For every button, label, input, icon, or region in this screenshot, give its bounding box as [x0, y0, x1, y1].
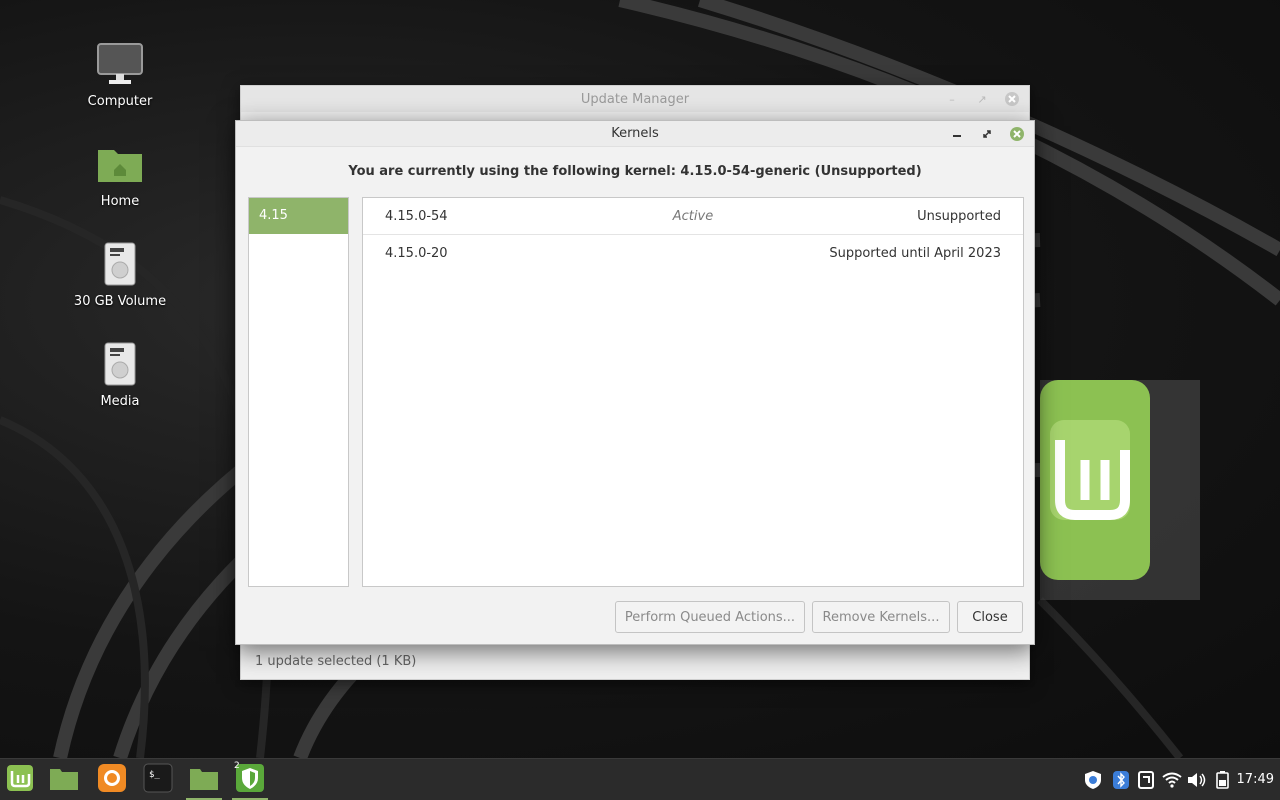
desktop-icon-volume[interactable]: 30 GB Volume: [70, 240, 170, 309]
kernel-series-item[interactable]: 4.15: [249, 198, 348, 234]
mint-logo: [1040, 380, 1150, 580]
battery-icon[interactable]: [1213, 770, 1233, 790]
files-button[interactable]: [184, 759, 224, 800]
maximize-icon[interactable]: [978, 125, 996, 143]
update-manager-button[interactable]: 2: [230, 759, 270, 800]
kernels-titlebar[interactable]: Kernels: [236, 121, 1034, 147]
firefox-icon: [97, 763, 127, 797]
clock[interactable]: 17:49: [1237, 772, 1274, 787]
volume-icon[interactable]: [1187, 770, 1207, 790]
terminal-icon: $_: [143, 763, 173, 797]
desktop-icon-home[interactable]: Home: [70, 140, 170, 209]
remove-kernels-button[interactable]: Remove Kernels...: [812, 601, 950, 633]
show-desktop-button[interactable]: [44, 759, 84, 800]
bluetooth-icon[interactable]: [1111, 770, 1131, 790]
files-icon: [189, 765, 219, 795]
wifi-icon[interactable]: [1162, 770, 1182, 790]
kernels-window: Kernels You are currently using the foll…: [235, 120, 1035, 645]
perform-queued-actions-button[interactable]: Perform Queued Actions...: [615, 601, 805, 633]
close-icon[interactable]: [1008, 125, 1026, 143]
kernel-support: Supported until April 2023: [829, 246, 1001, 261]
kernel-series-list: 4.15: [248, 197, 349, 587]
computer-icon: [70, 40, 170, 88]
svg-text:$_: $_: [149, 770, 160, 780]
maximize-icon[interactable]: ↗: [973, 90, 991, 108]
kernel-row[interactable]: 4.15.0-20 Supported until April 2023: [363, 235, 1023, 272]
shield-tray-icon[interactable]: [1083, 770, 1103, 790]
desktop-icon-computer[interactable]: Computer: [70, 40, 170, 109]
home-folder-icon: [70, 140, 170, 188]
kernel-row[interactable]: 4.15.0-54 Active Unsupported: [363, 198, 1023, 235]
current-kernel-heading: You are currently using the following ke…: [348, 164, 922, 179]
kernel-version: 4.15.0-20: [385, 246, 448, 261]
close-icon[interactable]: [1003, 90, 1021, 108]
minimize-icon[interactable]: [948, 125, 966, 143]
window-title: Kernels: [611, 126, 659, 141]
kernel-list: 4.15.0-54 Active Unsupported 4.15.0-20 S…: [362, 197, 1024, 587]
desktop-icon-label: Home: [100, 194, 140, 209]
mint-menu-button[interactable]: [0, 759, 40, 800]
workspace-badge: 2: [234, 761, 240, 771]
desktop-icon-label: 30 GB Volume: [73, 294, 167, 309]
desktop-icon-label: Media: [100, 394, 140, 409]
mint-menu-icon: [5, 763, 35, 797]
firefox-button[interactable]: [92, 759, 132, 800]
taskbar: $_ 2 17:49: [0, 758, 1280, 800]
close-button[interactable]: Close: [957, 601, 1023, 633]
window-title: Update Manager: [580, 91, 690, 107]
minimize-icon[interactable]: –: [943, 90, 961, 108]
clipboard-tray-icon[interactable]: [1136, 770, 1156, 790]
kernel-support: Unsupported: [917, 209, 1001, 224]
update-manager-titlebar[interactable]: Update Manager – ↗: [241, 86, 1029, 112]
drive-icon: [70, 240, 170, 288]
desktop-icon-label: Computer: [87, 94, 153, 109]
status-text: 1 update selected (1 KB): [255, 654, 417, 669]
terminal-button[interactable]: $_: [138, 759, 178, 800]
show-desktop-icon: [49, 765, 79, 795]
drive-icon: [70, 340, 170, 388]
desktop-icon-media[interactable]: Media: [70, 340, 170, 409]
